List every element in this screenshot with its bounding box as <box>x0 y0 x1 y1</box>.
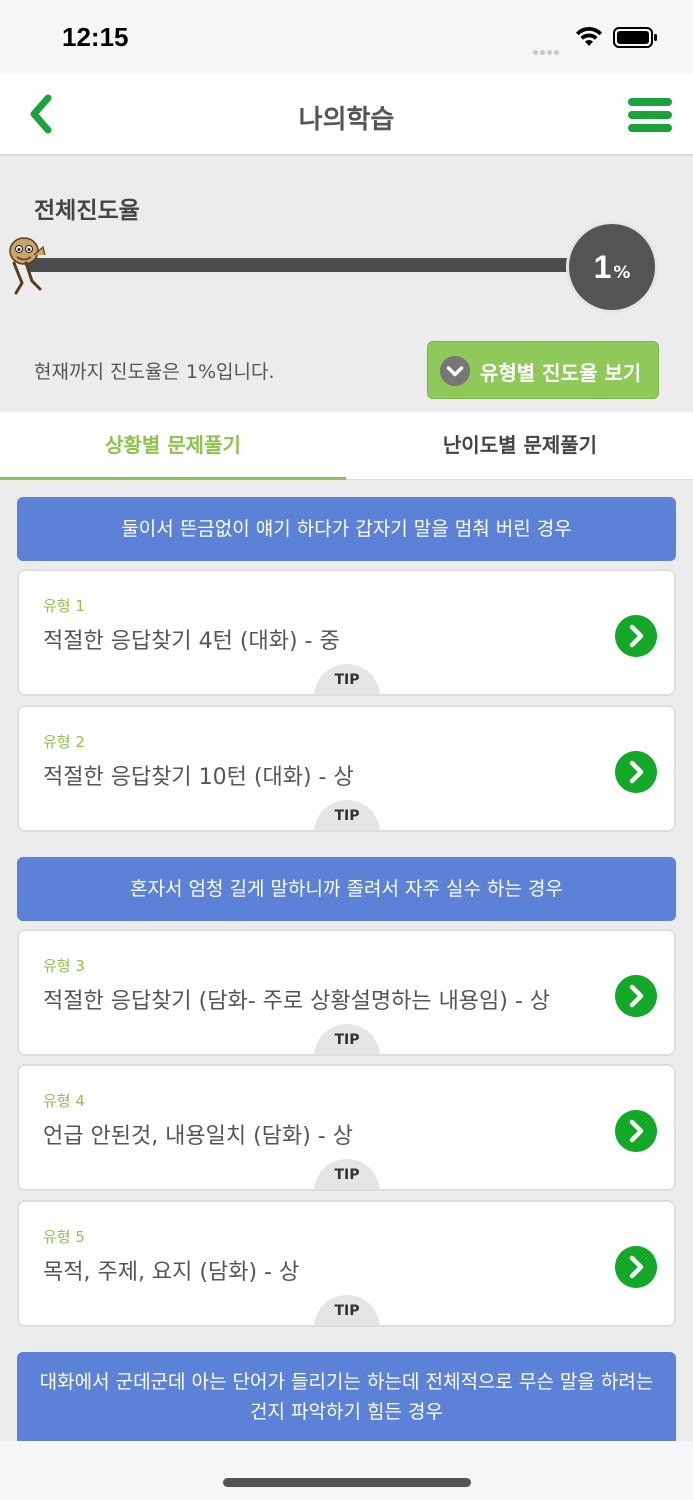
chevron-right-icon[interactable] <box>615 975 657 1017</box>
item-title: 목적, 주제, 요지 (담화) - 상 <box>43 1260 300 1285</box>
progress-message: 현재까지 진도율은 1%입니다. <box>34 361 275 383</box>
progress-unit: % <box>613 263 631 283</box>
signal-icon <box>533 40 565 55</box>
mascot-icon <box>9 237 46 295</box>
tip-button[interactable]: TIP <box>314 1024 380 1054</box>
item-title: 언급 안된것, 내용일치 (담화) - 상 <box>43 1124 353 1149</box>
progress-label: 전체진도율 <box>34 198 140 224</box>
tip-button[interactable]: TIP <box>314 800 380 830</box>
item-type-label: 유형 3 <box>43 957 85 975</box>
section-header: 혼자서 엄청 길게 말하니까 졸려서 자주 실수 하는 경우 <box>17 857 676 921</box>
chevron-down-icon <box>440 356 470 386</box>
section-header: 둘이서 뜬금없이 얘기 하다가 갑자기 말을 멈춰 버린 경우 <box>17 497 676 561</box>
list-item[interactable]: 유형 5 목적, 주제, 요지 (담화) - 상 TIP <box>17 1200 676 1327</box>
type-progress-button-label: 유형별 진도율 보기 <box>480 361 642 385</box>
nav-bar: 나의학습 <box>0 74 693 156</box>
item-type-label: 유형 5 <box>43 1228 85 1246</box>
type-progress-button[interactable]: 유형별 진도율 보기 <box>427 341 659 399</box>
tab-difficulty[interactable]: 난이도별 문제풀기 <box>347 412 693 480</box>
wifi-icon <box>576 26 602 46</box>
tab-situation[interactable]: 상황별 문제풀기 <box>0 412 346 480</box>
tip-button[interactable]: TIP <box>314 1295 380 1325</box>
hamburger-menu-icon[interactable] <box>628 98 672 134</box>
item-type-label: 유형 4 <box>43 1092 85 1110</box>
tip-button[interactable]: TIP <box>314 1159 380 1189</box>
chevron-right-icon[interactable] <box>615 615 657 657</box>
section-header: 대화에서 군데군데 아는 단어가 들리기는 하는데 전체적으로 무슨 말을 하려… <box>17 1352 676 1442</box>
chevron-right-icon[interactable] <box>615 751 657 793</box>
status-bar: 12:15 <box>0 0 693 74</box>
item-title: 적절한 응답찾기 (담화- 주로 상황설명하는 내용임) - 상 <box>43 989 551 1014</box>
item-type-label: 유형 2 <box>43 733 85 751</box>
chevron-right-icon[interactable] <box>615 1110 657 1152</box>
progress-track <box>28 258 588 272</box>
item-type-label: 유형 1 <box>43 597 85 615</box>
item-title: 적절한 응답찾기 10턴 (대화) - 상 <box>43 765 354 790</box>
progress-percent-badge: 1% <box>566 221 658 313</box>
chevron-right-icon[interactable] <box>615 1246 657 1288</box>
status-time: 12:15 <box>62 22 129 52</box>
list-item[interactable]: 유형 1 적절한 응답찾기 4턴 (대화) - 중 TIP <box>17 569 676 696</box>
progress-section: 전체진도율 1% 현재까지 진도율은 1%입니다. 유형별 진도율 보기 <box>0 157 693 412</box>
battery-icon <box>613 27 657 48</box>
item-title: 적절한 응답찾기 4턴 (대화) - 중 <box>43 629 340 654</box>
home-indicator[interactable] <box>223 1478 471 1487</box>
tab-bar: 상황별 문제풀기 난이도별 문제풀기 <box>0 412 693 480</box>
tip-button[interactable]: TIP <box>314 664 380 694</box>
progress-value: 1 <box>593 249 612 285</box>
home-bar-area <box>0 1441 693 1500</box>
page-title: 나의학습 <box>298 105 395 135</box>
list-item[interactable]: 유형 2 적절한 응답찾기 10턴 (대화) - 상 TIP <box>17 705 676 832</box>
list-item[interactable]: 유형 3 적절한 응답찾기 (담화- 주로 상황설명하는 내용임) - 상 TI… <box>17 929 676 1056</box>
list-item[interactable]: 유형 4 언급 안된것, 내용일치 (담화) - 상 TIP <box>17 1064 676 1191</box>
